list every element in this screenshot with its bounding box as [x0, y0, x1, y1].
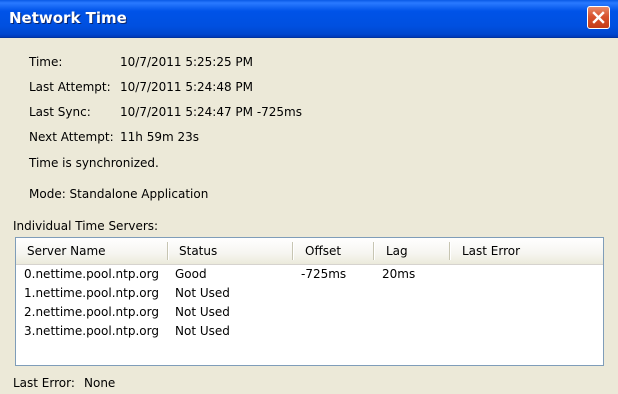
last-sync-label: Last Sync:	[29, 105, 91, 119]
next-attempt-label: Next Attempt:	[29, 130, 114, 144]
network-time-window: Network Time Time: 10/7/2011 5:25:25 PM …	[0, 0, 618, 394]
close-button[interactable]	[587, 6, 610, 29]
next-attempt-value: 11h 59m 23s	[120, 130, 199, 144]
column-divider[interactable]	[292, 242, 294, 260]
column-divider[interactable]	[373, 242, 375, 260]
last-error-label: Last Error:	[13, 376, 75, 390]
cell-offset: -725ms	[301, 267, 347, 281]
cell-server-name: 3.nettime.pool.ntp.org	[24, 324, 159, 338]
column-divider[interactable]	[167, 242, 169, 260]
column-header-lag[interactable]: Lag	[386, 238, 408, 264]
servers-section-label: Individual Time Servers:	[13, 219, 159, 233]
cell-lag: 20ms	[382, 267, 416, 281]
cell-server-name: 0.nettime.pool.ntp.org	[24, 267, 159, 281]
column-divider[interactable]	[449, 242, 451, 260]
mode-text: Mode: Standalone Application	[29, 187, 209, 201]
cell-server-name: 1.nettime.pool.ntp.org	[24, 286, 159, 300]
cell-status: Not Used	[175, 286, 230, 300]
column-header-server-name[interactable]: Server Name	[27, 238, 106, 264]
last-attempt-value: 10/7/2011 5:24:48 PM	[120, 80, 254, 94]
last-attempt-label: Last Attempt:	[29, 80, 111, 94]
list-header: Server Name Status Offset Lag Last Error	[16, 238, 603, 265]
time-label: Time:	[29, 55, 63, 69]
cell-server-name: 2.nettime.pool.ntp.org	[24, 305, 159, 319]
title-bar[interactable]: Network Time	[0, 0, 618, 38]
cell-status: Good	[175, 267, 207, 281]
close-x-icon	[592, 11, 605, 24]
time-value: 10/7/2011 5:25:25 PM	[120, 55, 254, 69]
column-header-last-error[interactable]: Last Error	[462, 238, 520, 264]
cell-status: Not Used	[175, 324, 230, 338]
window-title: Network Time	[9, 9, 127, 27]
sync-status-text: Time is synchronized.	[29, 156, 159, 170]
last-error-value: None	[84, 376, 116, 390]
column-header-offset[interactable]: Offset	[305, 238, 341, 264]
column-header-status[interactable]: Status	[179, 238, 217, 264]
cell-status: Not Used	[175, 305, 230, 319]
last-sync-value: 10/7/2011 5:24:47 PM -725ms	[120, 105, 302, 119]
time-servers-list[interactable]: Server Name Status Offset Lag Last Error…	[15, 237, 604, 366]
